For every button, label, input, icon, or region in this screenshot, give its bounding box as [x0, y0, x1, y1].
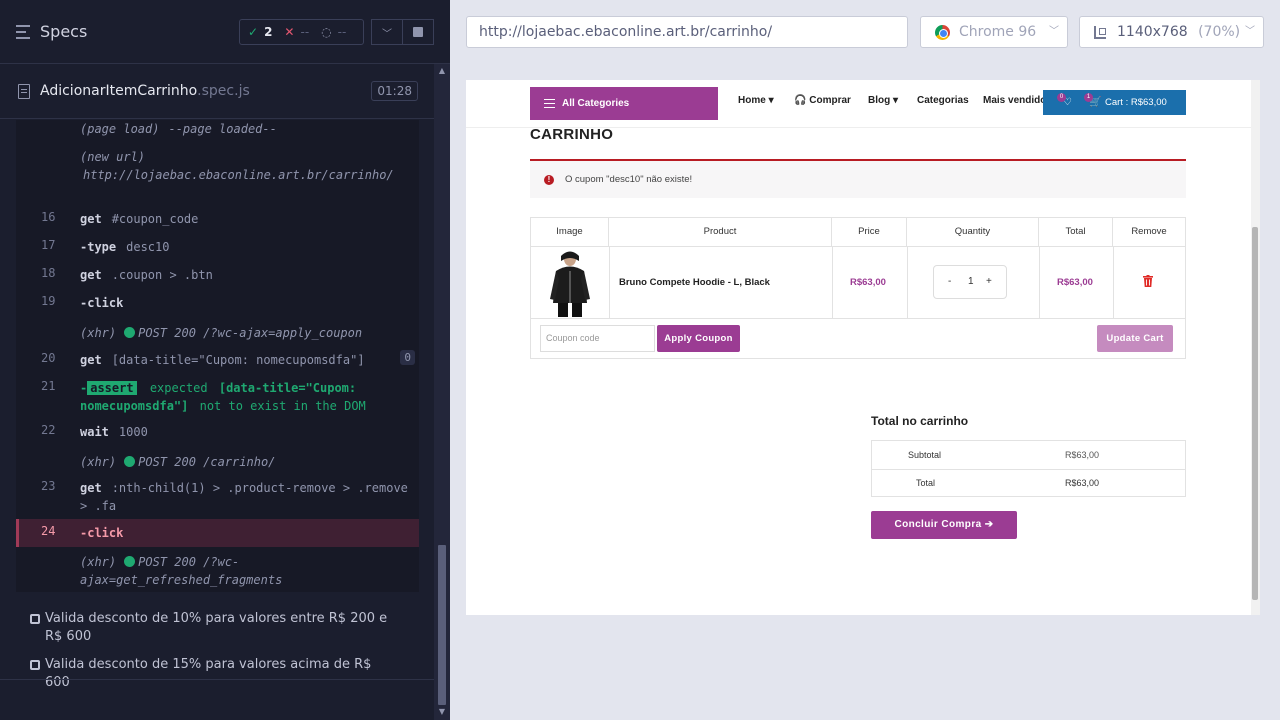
update-cart-button[interactable]: Update Cart [1097, 325, 1173, 352]
headset-icon: 🎧 [794, 95, 807, 106]
failed-count: -- [300, 25, 310, 39]
apply-coupon-button[interactable]: Apply Coupon [657, 325, 740, 352]
status-dot-icon [124, 556, 136, 567]
subtotal-label: Subtotal [908, 450, 942, 460]
wishlist-count: 0 [1057, 93, 1066, 102]
cart-button[interactable]: ♡ 0 🛒 1 Cart : R$63,00 [1043, 90, 1186, 115]
spec-ext: .spec.js [197, 83, 250, 99]
specs-title[interactable]: Specs [40, 22, 87, 41]
totals-title: Total no carrinho [871, 414, 969, 428]
menu-categorias[interactable]: Categorias [917, 95, 969, 106]
status-dot-icon [124, 327, 136, 338]
coupon-input[interactable]: Coupon code [540, 325, 655, 352]
element-count-badge: 0 [400, 350, 415, 365]
command-log: (page load) --page loaded-- (new url) htt… [16, 120, 419, 592]
viewport-selector[interactable]: 1140x768 (70%) ﹀ [1079, 16, 1264, 48]
scroll-down-icon[interactable]: ▼ [437, 707, 447, 717]
stop-button[interactable] [402, 19, 434, 45]
error-notice: ! O cupom "desc10" não existe! [530, 161, 1186, 198]
total-label: Total [916, 478, 936, 488]
site-navbar: All Categories Home ▾ 🎧 Comprar Blog ▾ C… [466, 80, 1251, 128]
test-status-icon [30, 614, 40, 624]
menu-home[interactable]: Home ▾ [738, 95, 774, 106]
all-categories-button[interactable]: All Categories [530, 87, 718, 120]
cart-count: 1 [1084, 93, 1093, 102]
col-total: Total [1039, 218, 1113, 246]
stop-icon [413, 27, 423, 37]
trash-icon[interactable] [1143, 275, 1153, 287]
chevron-down-icon[interactable]: ﹀ [371, 19, 403, 45]
menu-comprar[interactable]: 🎧 Comprar [794, 95, 851, 106]
test-item[interactable]: Valida desconto de 10% para valores entr… [30, 610, 400, 646]
file-icon [18, 83, 30, 99]
col-product: Product [609, 218, 832, 246]
menu-blog[interactable]: Blog ▾ [868, 95, 898, 106]
browser-selector[interactable]: Chrome 96 ﹀ [920, 16, 1068, 48]
pending-icon: ◌ [321, 25, 332, 39]
spec-file-header[interactable]: AdicionarItemCarrinho .spec.js 01:28 [0, 64, 434, 119]
url-bar[interactable]: http://lojaebac.ebaconline.art.br/carrin… [466, 16, 908, 48]
chrome-icon [935, 25, 950, 40]
divider [0, 679, 434, 680]
page-title: CARRINHO [530, 126, 614, 143]
subtotal-value: R$63,00 [1065, 450, 1100, 460]
menu-icon[interactable] [16, 24, 32, 39]
product-total: R$63,00 [1057, 277, 1093, 288]
passed-icon: ✓ [248, 25, 259, 39]
chevron-down-icon: ﹀ [1245, 26, 1255, 37]
qty-minus-button[interactable]: - [948, 276, 951, 287]
totals-table: Subtotal R$63,00 Total R$63,00 [871, 440, 1186, 497]
product-image[interactable] [547, 249, 593, 317]
hamburger-icon [544, 99, 555, 108]
pending-count: -- [337, 25, 347, 39]
passed-count: 2 [264, 25, 273, 39]
command-row-active[interactable]: 24 -click [16, 519, 419, 547]
scroll-up-icon[interactable]: ▲ [437, 66, 447, 76]
col-image: Image [531, 218, 609, 246]
col-quantity: Quantity [907, 218, 1039, 246]
col-price: Price [832, 218, 907, 246]
menu-mais-vendidos[interactable]: Mais vendidos [983, 95, 1052, 106]
viewport-icon [1094, 26, 1106, 39]
error-icon: ! [544, 175, 554, 185]
aut-iframe: All Categories Home ▾ 🎧 Comprar Blog ▾ C… [466, 80, 1260, 615]
col-remove: Remove [1131, 226, 1167, 237]
log-scrollbar-thumb[interactable] [438, 545, 446, 705]
qty-value[interactable]: 1 [968, 276, 974, 287]
quantity-stepper: - 1 + [933, 265, 1007, 299]
product-name[interactable]: Bruno Compete Hoodie - L, Black [619, 277, 770, 288]
test-status-icon [30, 660, 40, 670]
test-stats: ✓ 2 ✕ -- ◌ -- [239, 19, 364, 45]
cart-table: Image Product Price Quantity Total Remov… [530, 217, 1186, 359]
runner-panel: Specs ✓ 2 ✕ -- ◌ -- ﹀ AdicionarItemCarrinho… [0, 0, 450, 720]
iframe-scrollbar-thumb[interactable] [1252, 227, 1258, 600]
spec-duration: 01:28 [371, 81, 418, 101]
assert-badge: assert [87, 381, 137, 395]
qty-plus-button[interactable]: + [986, 276, 992, 287]
checkout-button[interactable]: Concluir Compra ➔ [871, 511, 1017, 539]
status-dot-icon [124, 456, 136, 467]
failed-icon: ✕ [284, 25, 295, 39]
product-price: R$63,00 [850, 277, 886, 288]
total-value: R$63,00 [1065, 478, 1100, 488]
spec-name: AdicionarItemCarrinho [40, 83, 198, 99]
chevron-down-icon: ﹀ [1049, 26, 1059, 37]
test-item[interactable]: Valida desconto de 15% para valores acim… [30, 656, 400, 692]
